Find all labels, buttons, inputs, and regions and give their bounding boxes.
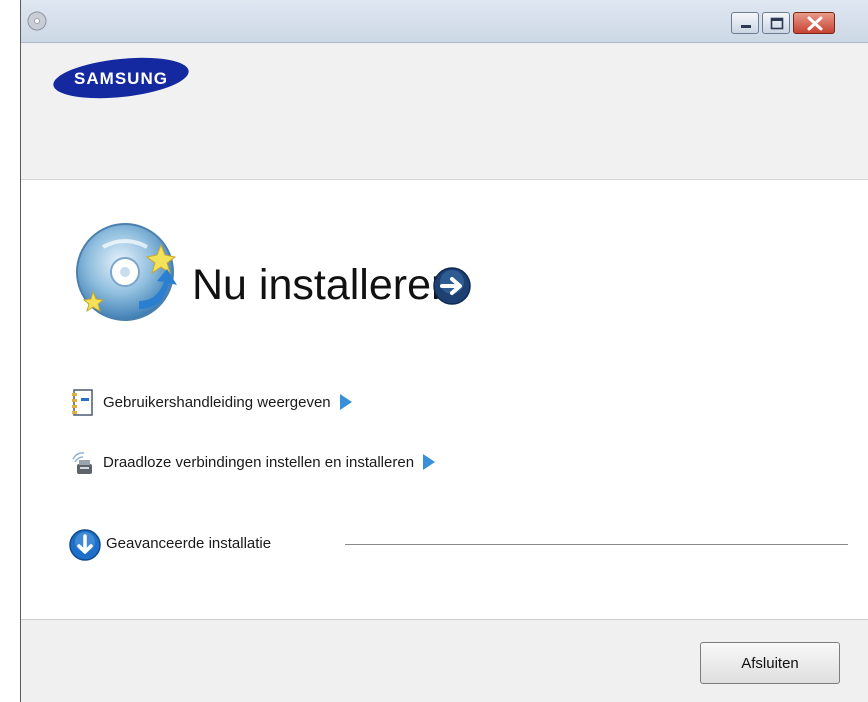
play-arrow-icon[interactable] xyxy=(339,393,353,411)
maximize-button[interactable] xyxy=(762,12,790,34)
wireless-setup-label[interactable]: Draadloze verbindingen instellen en inst… xyxy=(103,454,414,471)
install-now-link[interactable]: Nu installeren xyxy=(192,260,455,310)
play-arrow-icon[interactable] xyxy=(422,453,436,471)
minimize-button[interactable] xyxy=(731,12,759,34)
title-bar xyxy=(21,0,868,43)
advanced-install-section[interactable]: Geavanceerde installatie xyxy=(69,528,848,562)
advanced-install-label[interactable]: Geavanceerde installatie xyxy=(106,535,271,552)
minimize-icon xyxy=(741,25,751,28)
maximize-icon xyxy=(770,17,784,30)
installer-disc-icon xyxy=(73,217,183,332)
user-manual-label[interactable]: Gebruikershandleiding weergeven xyxy=(103,394,331,411)
close-window-button[interactable] xyxy=(793,12,835,34)
section-divider xyxy=(345,544,848,545)
close-icon xyxy=(807,16,823,31)
installer-window: SAMSUNG Nu installeren Gebruikershandlei… xyxy=(20,0,868,702)
samsung-logo: SAMSUNG xyxy=(51,56,191,105)
install-now-arrow-icon[interactable] xyxy=(432,266,472,311)
svg-text:SAMSUNG: SAMSUNG xyxy=(74,69,168,88)
wireless-setup-link[interactable]: Draadloze verbindingen instellen en inst… xyxy=(69,444,436,480)
exit-button[interactable]: Afsluiten xyxy=(700,642,840,684)
user-manual-link[interactable]: Gebruikershandleiding weergeven xyxy=(69,384,353,420)
download-arrow-icon[interactable] xyxy=(69,529,101,566)
wireless-icon xyxy=(69,447,95,477)
manual-icon xyxy=(69,387,95,417)
cd-app-icon xyxy=(27,11,47,31)
